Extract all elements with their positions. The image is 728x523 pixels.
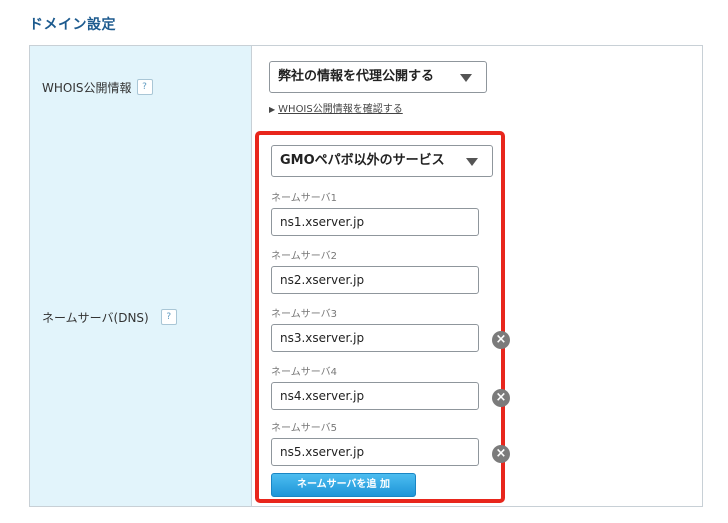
whois-label-cell: WHOIS公開情報 ? xyxy=(30,46,252,128)
nameserver-input[interactable]: ns4.xserver.jp xyxy=(271,382,479,410)
highlight-box: GMOペパボ以外のサービス ネームサーバ1 ns1.xserver.jp ネーム… xyxy=(255,131,510,503)
nameserver-field-label: ネームサーバ3 xyxy=(271,309,337,320)
nameserver-field-label: ネームサーバ1 xyxy=(271,193,337,204)
nameserver-field-5: ネームサーバ5 ns5.xserver.jp × xyxy=(271,419,510,466)
dropdown-arrow-icon xyxy=(460,74,472,82)
nameserver-select-value: GMOペパボ以外のサービス xyxy=(280,153,445,168)
whois-value-cell: 弊社の情報を代理公開する ▶ WHOIS公開情報を確認する xyxy=(252,46,702,128)
nameserver-field-label: ネームサーバ4 xyxy=(271,367,337,378)
nameserver-field-2: ネームサーバ2 ns2.xserver.jp xyxy=(271,247,479,294)
whois-select[interactable]: 弊社の情報を代理公開する xyxy=(269,61,487,93)
section-title: ドメイン設定 xyxy=(29,17,116,33)
nameserver-input[interactable]: ns5.xserver.jp xyxy=(271,438,479,466)
nameserver-field-3: ネームサーバ3 ns3.xserver.jp × xyxy=(271,305,510,352)
nameserver-field-1: ネームサーバ1 ns1.xserver.jp xyxy=(271,189,479,236)
whois-confirm-link[interactable]: WHOIS公開情報を確認する xyxy=(278,104,403,115)
dropdown-arrow-icon xyxy=(466,158,478,166)
nameserver-input[interactable]: ns2.xserver.jp xyxy=(271,266,479,294)
nameserver-service-select[interactable]: GMOペパボ以外のサービス xyxy=(271,145,493,177)
remove-nameserver-icon[interactable]: × xyxy=(492,389,510,407)
whois-label: WHOIS公開情報 xyxy=(42,80,132,95)
nameserver-label: ネームサーバ(DNS) xyxy=(42,310,149,325)
nameserver-row: ネームサーバ(DNS) ? GMOペパボ以外のサービス ネームサーバ1 ns1.… xyxy=(30,128,702,506)
nameserver-input[interactable]: ns1.xserver.jp xyxy=(271,208,479,236)
add-nameserver-button[interactable]: ネームサーバを追 加 xyxy=(271,473,416,497)
triangle-right-icon: ▶ xyxy=(269,105,276,114)
nameserver-field-label: ネームサーバ5 xyxy=(271,423,337,434)
whois-select-value: 弊社の情報を代理公開する xyxy=(278,69,435,84)
nameserver-input[interactable]: ns3.xserver.jp xyxy=(271,324,479,352)
remove-nameserver-icon[interactable]: × xyxy=(492,445,510,463)
nameserver-label-cell: ネームサーバ(DNS) ? xyxy=(30,128,252,506)
domain-settings-table: WHOIS公開情報 ? 弊社の情報を代理公開する ▶ WHOIS公開情報を確認する… xyxy=(29,45,703,507)
nameserver-help-icon[interactable]: ? xyxy=(160,309,177,325)
remove-nameserver-icon[interactable]: × xyxy=(492,331,510,349)
whois-confirm-link-row: ▶ WHOIS公開情報を確認する xyxy=(269,100,403,115)
nameserver-field-4: ネームサーバ4 ns4.xserver.jp × xyxy=(271,363,510,410)
whois-row: WHOIS公開情報 ? 弊社の情報を代理公開する ▶ WHOIS公開情報を確認する xyxy=(30,46,702,129)
whois-help-icon[interactable]: ? xyxy=(136,79,153,95)
nameserver-field-label: ネームサーバ2 xyxy=(271,251,337,262)
nameserver-value-cell: GMOペパボ以外のサービス ネームサーバ1 ns1.xserver.jp ネーム… xyxy=(252,128,702,506)
